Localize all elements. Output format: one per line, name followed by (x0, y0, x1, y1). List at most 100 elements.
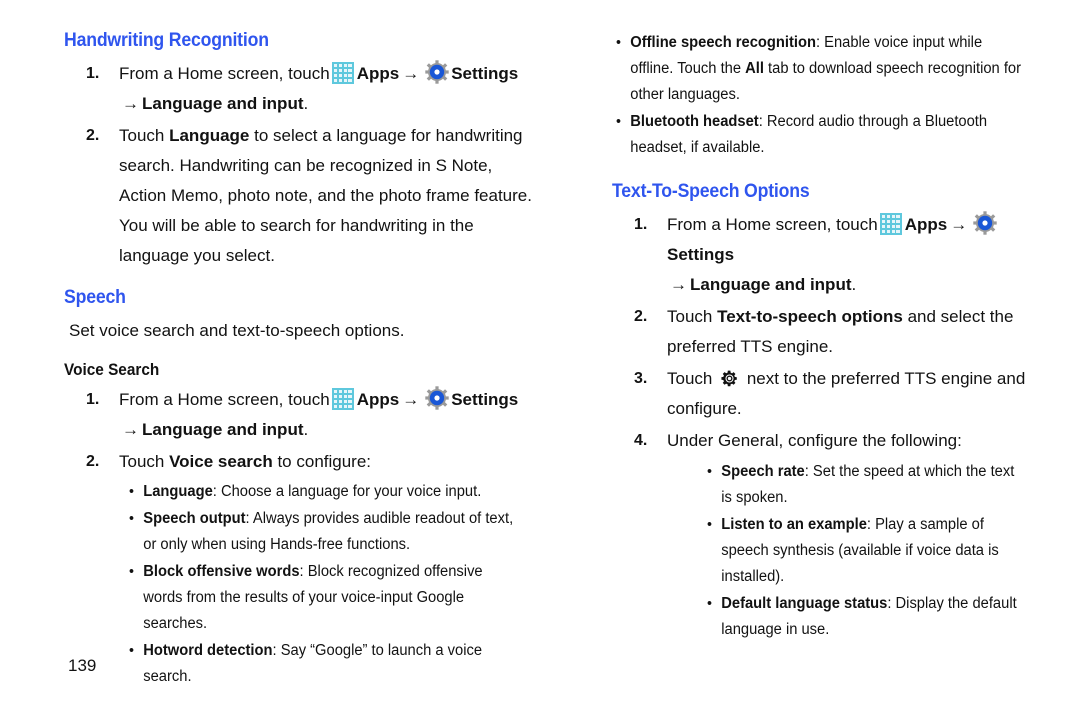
step-subline: → Language and input. (119, 89, 534, 119)
bullet-term: Default language status (721, 595, 888, 612)
bullet-term: Offline speech recognition (630, 34, 816, 51)
step-text-part1: Touch (119, 126, 170, 145)
list-item: Bluetooth headset: Record audio through … (616, 109, 1023, 161)
step-text: Touch Text-to-speech options and select … (667, 302, 1044, 362)
apps-grid-icon[interactable] (879, 213, 902, 235)
step-subline-tail: . (303, 420, 309, 439)
language-and-input-label: Language and input (690, 275, 852, 294)
step-number: 2. (86, 127, 100, 144)
apps-label: Apps (356, 64, 400, 83)
step-number: 1. (86, 65, 100, 82)
step-subline-tail: . (851, 275, 857, 294)
step-item: 2. Touch Voice search to configure: Lang… (64, 447, 534, 690)
step-item: 1. From a Home screen, touch Apps → Setting… (64, 59, 534, 119)
speech-options-continued-list: Offline speech recognition: Enable voice… (616, 30, 1044, 161)
handwriting-steps-list: 1. From a Home screen, touch Apps → Setting… (64, 59, 534, 271)
step-text-part2: to select a language for handwriting sea… (119, 126, 532, 265)
step-text: Touch Voice search to configure: (119, 447, 534, 477)
bullet-description: : Choose a language for your voice input… (212, 483, 482, 500)
bullet-term: Bluetooth headset (630, 113, 759, 130)
voice-search-options-list: Language: Choose a language for your voi… (129, 479, 534, 690)
section-heading-speech: Speech (64, 287, 126, 308)
language-and-input-label: Language and input (142, 420, 304, 439)
language-and-input-label: Language and input (142, 94, 304, 113)
step-text-bold: Language (169, 126, 250, 145)
arrow-icon: → (670, 275, 687, 294)
bullet-term: Language (143, 483, 213, 500)
step-number: 2. (634, 308, 648, 325)
step-text-prefix: From a Home screen, touch (119, 390, 330, 409)
voice-search-steps-list: 1. From a Home screen, touch Apps → Setting… (64, 385, 534, 690)
step-item: 2. Touch Language to select a language f… (64, 121, 534, 271)
arrow-icon: → (122, 420, 139, 439)
page-number: 139 (68, 656, 97, 675)
settings-label: Settings (451, 64, 519, 83)
step-text-prefix: From a Home screen, touch (667, 215, 878, 234)
subheading-voice-search: Voice Search (64, 361, 160, 379)
list-item: Hotword detection: Say “Google” to launc… (129, 638, 514, 690)
step-text-part1: Touch (119, 452, 170, 471)
arrow-icon: → (950, 215, 968, 234)
bullet-term: Speech rate (721, 463, 805, 480)
settings-gear-icon[interactable] (425, 386, 449, 410)
arrow-icon: → (402, 64, 420, 83)
step-text-part1: Touch (667, 369, 718, 388)
step-subline-tail: . (303, 94, 309, 113)
list-item: Listen to an example: Play a sample of s… (707, 512, 1027, 590)
bullet-term: Hotword detection (143, 642, 273, 659)
arrow-icon: → (122, 94, 139, 113)
apps-grid-icon[interactable] (331, 62, 354, 84)
apps-label: Apps (356, 390, 400, 409)
settings-gear-icon[interactable] (973, 211, 997, 235)
step-item: 1. From a Home screen, touch Apps → Setting… (612, 210, 1044, 300)
step-text: Under General, configure the following: (667, 426, 1044, 456)
list-item: Language: Choose a language for your voi… (129, 479, 514, 505)
step-number: 3. (634, 370, 648, 387)
step-number: 4. (634, 432, 648, 449)
bullet-term: Listen to an example (721, 516, 867, 533)
step-text-bold: Voice search (169, 452, 273, 471)
settings-gear-icon[interactable] (425, 60, 449, 84)
bullet-inline-bold: All (745, 60, 764, 77)
step-text: Touch next to the preferred TTS engine a… (667, 364, 1044, 424)
step-number: 2. (86, 453, 100, 470)
arrow-icon: → (402, 390, 420, 409)
settings-label: Settings (667, 245, 735, 264)
apps-grid-icon[interactable] (331, 388, 354, 410)
step-number: 1. (634, 216, 648, 233)
list-item: Speech output: Always provides audible r… (129, 506, 514, 558)
section-heading-handwriting-recognition: Handwriting Recognition (64, 30, 269, 51)
step-item: 2. Touch Text-to-speech options and sele… (612, 302, 1044, 362)
apps-label: Apps (904, 215, 948, 234)
list-item: Speech rate: Set the speed at which the … (707, 459, 1027, 511)
step-subline: → Language and input. (667, 270, 1044, 300)
list-item: Block offensive words: Block recognized … (129, 559, 514, 637)
section-heading-text-to-speech-options: Text-To-Speech Options (612, 181, 810, 202)
step-text-part1: Under General, configure the following: (667, 431, 962, 450)
list-item: Offline speech recognition: Enable voice… (616, 30, 1023, 108)
step-text-bold: Text-to-speech options (717, 307, 903, 326)
right-column: Offline speech recognition: Enable voice… (612, 30, 1044, 645)
bullet-term: Speech output (143, 510, 246, 527)
left-column: Handwriting Recognition 1. From a Home s… (64, 30, 534, 692)
step-text: From a Home screen, touch Apps → Settings (119, 385, 534, 415)
step-text-part1: Touch (667, 307, 718, 326)
step-text: From a Home screen, touch Apps → Settings (667, 210, 1044, 270)
tts-steps-list: 1. From a Home screen, touch Apps → Setting… (612, 210, 1044, 643)
step-text: From a Home screen, touch Apps → Settings (119, 59, 534, 89)
step-item: 3. Touch next to the preferred TTS engin… (612, 364, 1044, 424)
list-item: Default language status: Display the def… (707, 591, 1027, 643)
step-text-prefix: From a Home screen, touch (119, 64, 330, 83)
step-item: 1. From a Home screen, touch Apps → Setting… (64, 385, 534, 445)
settings-label: Settings (451, 390, 519, 409)
cog-icon[interactable] (720, 369, 739, 388)
step-text: Touch Language to select a language for … (119, 121, 534, 271)
step-subline: → Language and input. (119, 415, 534, 445)
step-text-part2: to configure: (272, 452, 372, 471)
tts-general-options-list: Speech rate: Set the speed at which the … (707, 459, 1044, 643)
bullet-term: Block offensive words (143, 563, 300, 580)
step-number: 1. (86, 391, 100, 408)
speech-intro-text: Set voice search and text-to-speech opti… (69, 321, 405, 340)
manual-page: Handwriting Recognition 1. From a Home s… (0, 0, 1080, 720)
step-item: 4. Under General, configure the followin… (612, 426, 1044, 643)
